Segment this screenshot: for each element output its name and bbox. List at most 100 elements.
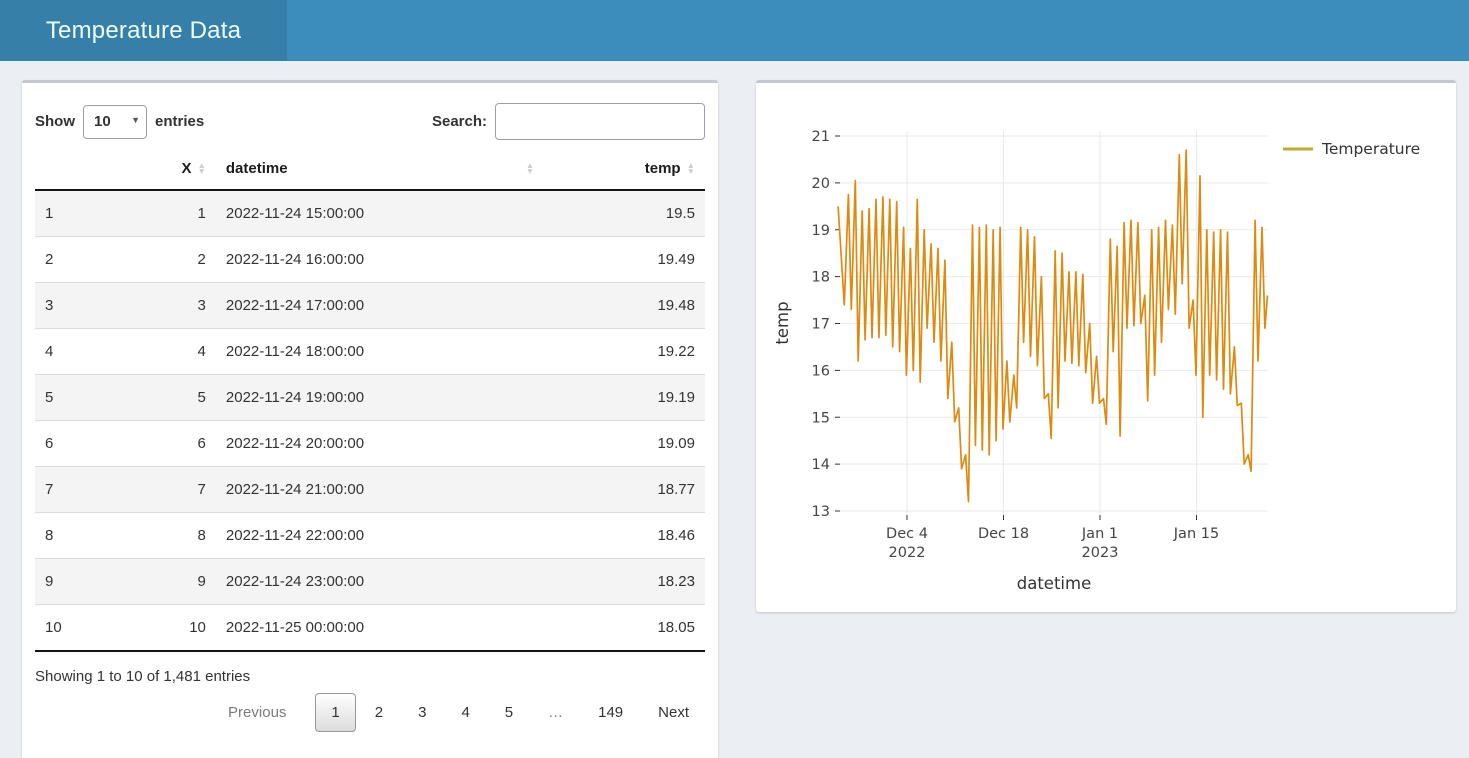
- pagination-ellipsis: …: [532, 693, 579, 732]
- app-root: Temperature Data Show 10 ▼ entries Searc…: [0, 0, 1469, 61]
- table-cell: 7: [35, 467, 136, 513]
- table-cell: 2022-11-24 19:00:00: [216, 375, 544, 421]
- y-tick-label: 15: [812, 410, 830, 426]
- table-cell: 7: [136, 467, 216, 513]
- pagination: Previous 12345…149Next: [35, 693, 705, 732]
- table-row[interactable]: 662022-11-24 20:00:0019.09: [35, 421, 705, 467]
- table-row[interactable]: 552022-11-24 19:00:0019.19: [35, 375, 705, 421]
- sort-icon: ▲▼: [197, 163, 205, 174]
- pagination-page-2[interactable]: 2: [359, 693, 399, 732]
- pagination-page-1[interactable]: 1: [315, 693, 355, 732]
- table-card: Show 10 ▼ entries Search: X▲▼datetime▲▼t…: [22, 80, 718, 758]
- x-tick-label-year: 2022: [889, 545, 926, 561]
- table-cell: 8: [136, 513, 216, 559]
- pagination-page-5[interactable]: 5: [489, 693, 529, 732]
- table-cell: 1: [136, 190, 216, 237]
- column-header-rownames: [35, 154, 136, 190]
- temperature-chart: 212019181716151413Dec 42022Dec 18Jan 120…: [756, 83, 1456, 612]
- table-row[interactable]: 992022-11-24 23:00:0018.23: [35, 559, 705, 605]
- table-cell: 19.5: [544, 190, 705, 237]
- table-cell: 2022-11-24 17:00:00: [216, 283, 544, 329]
- y-tick-label: 13: [812, 504, 830, 520]
- table-cell: 18.77: [544, 467, 705, 513]
- table-row[interactable]: 882022-11-24 22:00:0018.46: [35, 513, 705, 559]
- table-cell: 4: [136, 329, 216, 375]
- table-row[interactable]: 772022-11-24 21:00:0018.77: [35, 467, 705, 513]
- column-label: datetime: [226, 160, 288, 177]
- table-row[interactable]: 222022-11-24 16:00:0019.49: [35, 237, 705, 283]
- table-cell: 2022-11-24 18:00:00: [216, 329, 544, 375]
- table-cell: 2022-11-24 15:00:00: [216, 190, 544, 237]
- table-cell: 10: [136, 605, 216, 652]
- x-tick-label: Jan 1: [1081, 526, 1118, 542]
- pagination-page-3[interactable]: 3: [402, 693, 442, 732]
- app-logo: Temperature Data: [0, 0, 287, 61]
- table-body: 112022-11-24 15:00:0019.5222022-11-24 16…: [35, 190, 705, 651]
- table-cell: 2022-11-24 21:00:00: [216, 467, 544, 513]
- table-cell: 10: [35, 605, 136, 652]
- table-cell: 3: [136, 283, 216, 329]
- table-cell: 2: [35, 237, 136, 283]
- pagination-previous[interactable]: Previous: [212, 693, 302, 732]
- table-cell: 4: [35, 329, 136, 375]
- table-row[interactable]: 112022-11-24 15:00:0019.5: [35, 190, 705, 237]
- y-tick-label: 18: [812, 270, 830, 286]
- table-cell: 18.46: [544, 513, 705, 559]
- table-cell: 9: [136, 559, 216, 605]
- column-header-X[interactable]: X ▲▼: [136, 154, 216, 190]
- table-cell: 19.19: [544, 375, 705, 421]
- table-cell: 2: [136, 237, 216, 283]
- navbar: [287, 0, 1469, 61]
- y-tick-label: 19: [812, 223, 830, 239]
- table-cell: 5: [136, 375, 216, 421]
- pagination-page-4[interactable]: 4: [445, 693, 485, 732]
- table-cell: 19.22: [544, 329, 705, 375]
- table-row[interactable]: 10102022-11-25 00:00:0018.05: [35, 605, 705, 652]
- y-tick-label: 20: [812, 176, 830, 192]
- entries-label: entries: [155, 113, 204, 130]
- column-header-datetime[interactable]: datetime ▲▼: [216, 154, 544, 190]
- table-cell: 19.48: [544, 283, 705, 329]
- table-cell: 18.05: [544, 605, 705, 652]
- table-cell: 2022-11-24 16:00:00: [216, 237, 544, 283]
- table-cell: 2022-11-24 20:00:00: [216, 421, 544, 467]
- temperature-line: [838, 150, 1267, 502]
- table-cell: 1: [35, 190, 136, 237]
- y-tick-label: 14: [812, 457, 830, 473]
- table-cell: 2022-11-24 22:00:00: [216, 513, 544, 559]
- data-table: X▲▼datetime▲▼temp▲▼ 112022-11-24 15:00:0…: [35, 154, 705, 652]
- legend-label: Temperature: [1321, 140, 1420, 158]
- pagination-page-149[interactable]: 149: [582, 693, 639, 732]
- y-tick-label: 17: [812, 317, 830, 333]
- page-title: Temperature Data: [46, 17, 241, 44]
- x-tick-label: Dec 18: [978, 526, 1029, 542]
- x-axis-title: datetime: [1017, 574, 1091, 593]
- table-row[interactable]: 332022-11-24 17:00:0019.48: [35, 283, 705, 329]
- table-cell: 3: [35, 283, 136, 329]
- y-tick-label: 21: [812, 129, 830, 145]
- table-cell: 18.23: [544, 559, 705, 605]
- column-header-temp[interactable]: temp▲▼: [544, 154, 705, 190]
- search-input[interactable]: [495, 103, 705, 140]
- y-tick-label: 16: [812, 363, 830, 379]
- table-info: Showing 1 to 10 of 1,481 entries: [35, 668, 705, 685]
- table-cell: 2022-11-24 23:00:00: [216, 559, 544, 605]
- entries-length-control: Show 10 ▼ entries: [35, 105, 204, 139]
- sort-icon: ▲▼: [526, 163, 534, 174]
- pagination-next[interactable]: Next: [642, 693, 705, 732]
- table-cell: 8: [35, 513, 136, 559]
- x-tick-label: Jan 15: [1173, 526, 1219, 542]
- table-cell: 5: [35, 375, 136, 421]
- sort-icon: ▲▼: [687, 163, 695, 174]
- table-head: X▲▼datetime▲▼temp▲▼: [35, 154, 705, 190]
- header: Temperature Data: [0, 0, 1469, 61]
- y-axis-title: temp: [773, 301, 792, 344]
- entries-per-page-select[interactable]: 10: [83, 105, 147, 139]
- table-row[interactable]: 442022-11-24 18:00:0019.22: [35, 329, 705, 375]
- x-tick-label-year: 2023: [1082, 545, 1119, 561]
- table-cell: 9: [35, 559, 136, 605]
- show-label: Show: [35, 113, 75, 130]
- column-label: X: [181, 160, 191, 177]
- search-control: Search:: [432, 103, 705, 140]
- table-cell: 2022-11-25 00:00:00: [216, 605, 544, 652]
